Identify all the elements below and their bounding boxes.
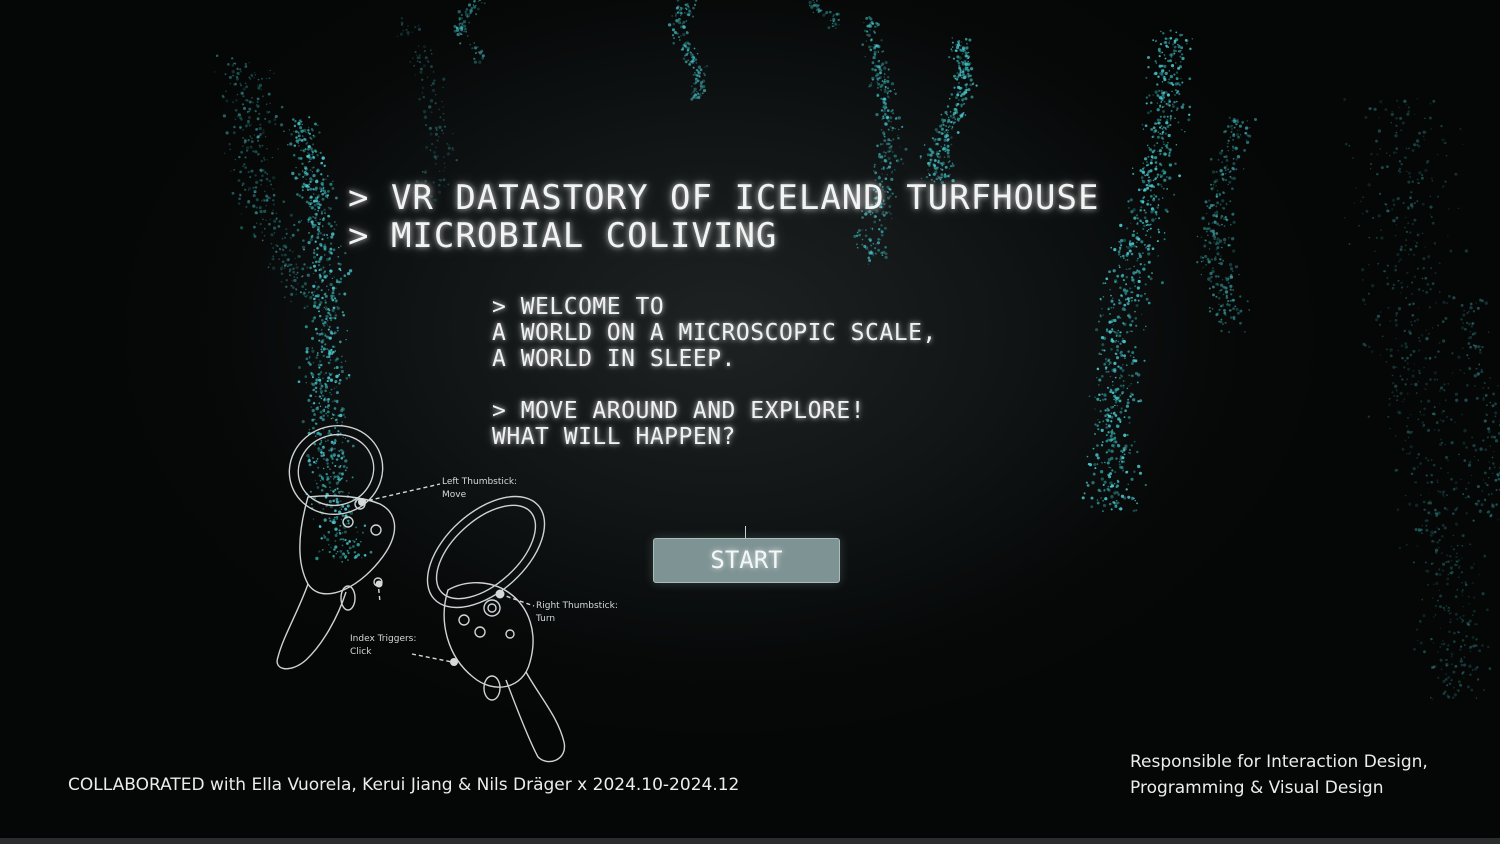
role-credit-line-1: Responsible for Interaction Design, bbox=[1130, 752, 1428, 772]
intro-line-microscopic: A WORLD ON A MICROSCOPIC SCALE, bbox=[492, 320, 937, 346]
role-credit: Responsible for Interaction Design, Prog… bbox=[1130, 749, 1428, 801]
left-thumbstick-title: Left Thumbstick: bbox=[442, 477, 518, 487]
role-credit-line-2: Programming & Visual Design bbox=[1130, 778, 1384, 798]
controller-diagram bbox=[276, 424, 566, 763]
page-title-line-1: > VR DATASTORY OF ICELAND TURFHOUSE bbox=[348, 178, 1100, 218]
intro-line-sleep: A WORLD IN SLEEP. bbox=[492, 346, 736, 372]
bottom-bar bbox=[0, 838, 1500, 844]
collaboration-credit: COLLABORATED with Ella Vuorela, Kerui Ji… bbox=[68, 775, 740, 795]
right-thumbstick-label: Right Thumbstick: Turn bbox=[536, 600, 618, 626]
left-thumbstick-label: Left Thumbstick: Move bbox=[442, 476, 517, 502]
page-title-line-2: > MICROBIAL COLIVING bbox=[348, 216, 778, 256]
left-controller-icon bbox=[276, 424, 396, 670]
intro-line-welcome: > WELCOME TO bbox=[492, 294, 665, 320]
index-triggers-title: Index Triggers: bbox=[350, 634, 417, 644]
right-thumbstick-title: Right Thumbstick: bbox=[536, 601, 618, 611]
start-button[interactable]: START bbox=[653, 538, 840, 583]
index-triggers-action: Click bbox=[350, 647, 372, 657]
left-thumbstick-action: Move bbox=[442, 490, 467, 500]
vr-scene[interactable]: > VR DATASTORY OF ICELAND TURFHOUSE > MI… bbox=[0, 0, 1500, 844]
index-triggers-label: Index Triggers: Click bbox=[350, 633, 416, 659]
right-thumbstick-action: Turn bbox=[536, 614, 556, 624]
